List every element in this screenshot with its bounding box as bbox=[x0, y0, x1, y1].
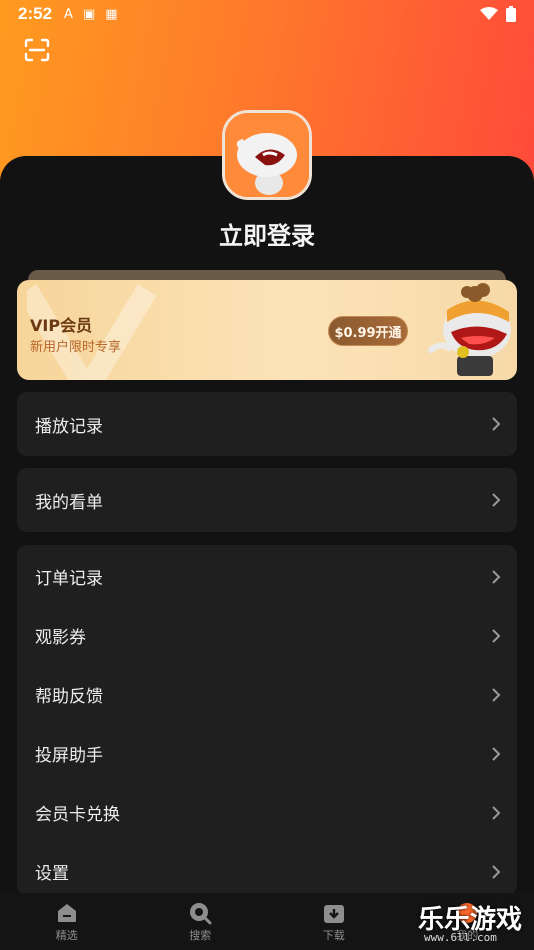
tab-label: 精选 bbox=[55, 929, 78, 942]
tab-search[interactable]: 搜索 bbox=[134, 893, 268, 950]
tab-download[interactable]: 下载 bbox=[267, 893, 401, 950]
chevron-right-icon bbox=[492, 493, 501, 507]
scan-icon[interactable] bbox=[24, 38, 50, 62]
menu-item-help[interactable]: 帮助反馈 bbox=[17, 665, 517, 724]
menu-item-label: 投屏助手 bbox=[35, 746, 103, 766]
vip-title: VIP会员 bbox=[30, 316, 93, 335]
menu-card-history: 播放记录 bbox=[17, 392, 517, 456]
menu-item-redeem[interactable]: 会员卡兑换 bbox=[17, 783, 517, 842]
notification-icon: A bbox=[64, 6, 73, 22]
menu-card-settings: 订单记录 观影券 帮助反馈 投屏助手 会员卡兑换 设置 bbox=[17, 545, 517, 895]
watermark-url: www.6ll.com bbox=[424, 931, 497, 944]
search-icon bbox=[190, 903, 212, 925]
menu-item-label: 订单记录 bbox=[35, 569, 103, 589]
chevron-right-icon bbox=[492, 417, 501, 431]
menu-item-orders[interactable]: 订单记录 bbox=[17, 547, 517, 606]
vip-subtitle: 新用户限时专享 bbox=[30, 340, 122, 355]
chevron-right-icon bbox=[492, 864, 501, 879]
vip-mascot-icon bbox=[428, 283, 511, 376]
wifi-icon bbox=[480, 7, 498, 20]
avatar[interactable] bbox=[222, 110, 312, 200]
login-button[interactable]: 立即登录 bbox=[0, 216, 534, 251]
chevron-right-icon bbox=[492, 687, 501, 702]
tab-label: 搜索 bbox=[189, 929, 212, 942]
chevron-right-icon bbox=[492, 805, 501, 820]
menu-item-label: 会员卡兑换 bbox=[35, 805, 120, 825]
menu-item-tickets[interactable]: 观影券 bbox=[17, 606, 517, 665]
watermark: 乐乐游戏 www.6ll.com bbox=[418, 899, 534, 950]
chevron-right-icon bbox=[492, 746, 501, 761]
battery-icon bbox=[506, 6, 516, 22]
chevron-right-icon bbox=[492, 569, 501, 584]
chevron-right-icon bbox=[492, 628, 501, 643]
download-icon bbox=[323, 905, 344, 923]
menu-item-label: 帮助反馈 bbox=[35, 687, 103, 707]
vip-banner[interactable]: VIP会员 新用户限时专享 $0.99开通 bbox=[17, 280, 517, 380]
status-time: 2:52 bbox=[18, 4, 53, 23]
menu-item-label: 我的看单 bbox=[35, 492, 103, 513]
menu-item-label: 设置 bbox=[35, 864, 69, 884]
notification-icon: ▣ bbox=[82, 6, 96, 22]
tab-featured[interactable]: 精选 bbox=[0, 893, 134, 950]
notification-icon: ▦ bbox=[105, 6, 118, 22]
status-bar: 2:52 A ▣ ▦ bbox=[0, 0, 534, 28]
home-icon bbox=[57, 904, 76, 922]
menu-item-play-history[interactable]: 播放记录 bbox=[17, 392, 517, 456]
mascot-avatar-icon bbox=[225, 113, 309, 197]
vip-open-button[interactable]: $0.99开通 bbox=[328, 316, 408, 346]
menu-card-watchlist: 我的看单 bbox=[17, 468, 517, 532]
tab-label: 下载 bbox=[322, 929, 345, 942]
menu-item-cast[interactable]: 投屏助手 bbox=[17, 724, 517, 783]
menu-item-label: 播放记录 bbox=[35, 416, 103, 437]
menu-item-label: 观影券 bbox=[35, 628, 86, 648]
menu-item-my-list[interactable]: 我的看单 bbox=[17, 468, 517, 532]
